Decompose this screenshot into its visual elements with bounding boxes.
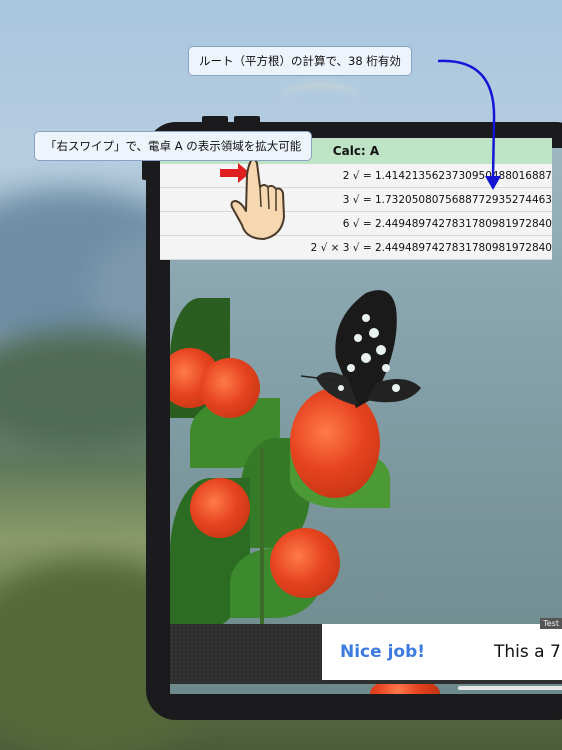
calc-row: 6 √ = 2.4494897427831780981972840 [160,212,552,236]
calc-row: 2 √ = 1.4142135623730950488016887 [160,164,552,188]
feature-callout-swipe: 「右スワイプ」で、電卓 A の表示領域を拡大可能 [34,131,313,161]
ad-body[interactable]: This a 72 [494,642,562,662]
volume-button [234,116,260,122]
flower-cluster [190,478,250,538]
flower-cluster [270,528,340,598]
ipad-device-frame: Test Nice job! This a 72 Calc: A 2 √ = 1… [142,116,562,720]
home-indicator[interactable] [458,686,562,690]
side-button [142,158,147,180]
ad-headline[interactable]: Nice job! [340,642,425,662]
paraglider-image [280,82,360,118]
pointing-hand-icon [220,158,285,240]
flower-cluster [200,358,260,418]
ad-test-badge: Test [540,618,562,629]
ad-banner[interactable]: Test Nice job! This a 72 [322,618,562,680]
calc-row: 2 √ × 3 √ = 2.4494897427831780981972840 [160,236,552,260]
butterfly-image [300,290,421,408]
volume-button [202,116,228,122]
right-arrow-icon [220,163,250,183]
feature-callout-sqrt: ルート（平方根）の計算で、38 桁有効 [188,46,412,76]
calc-row: 3 √ = 1.7320508075688772935274463 [160,188,552,212]
